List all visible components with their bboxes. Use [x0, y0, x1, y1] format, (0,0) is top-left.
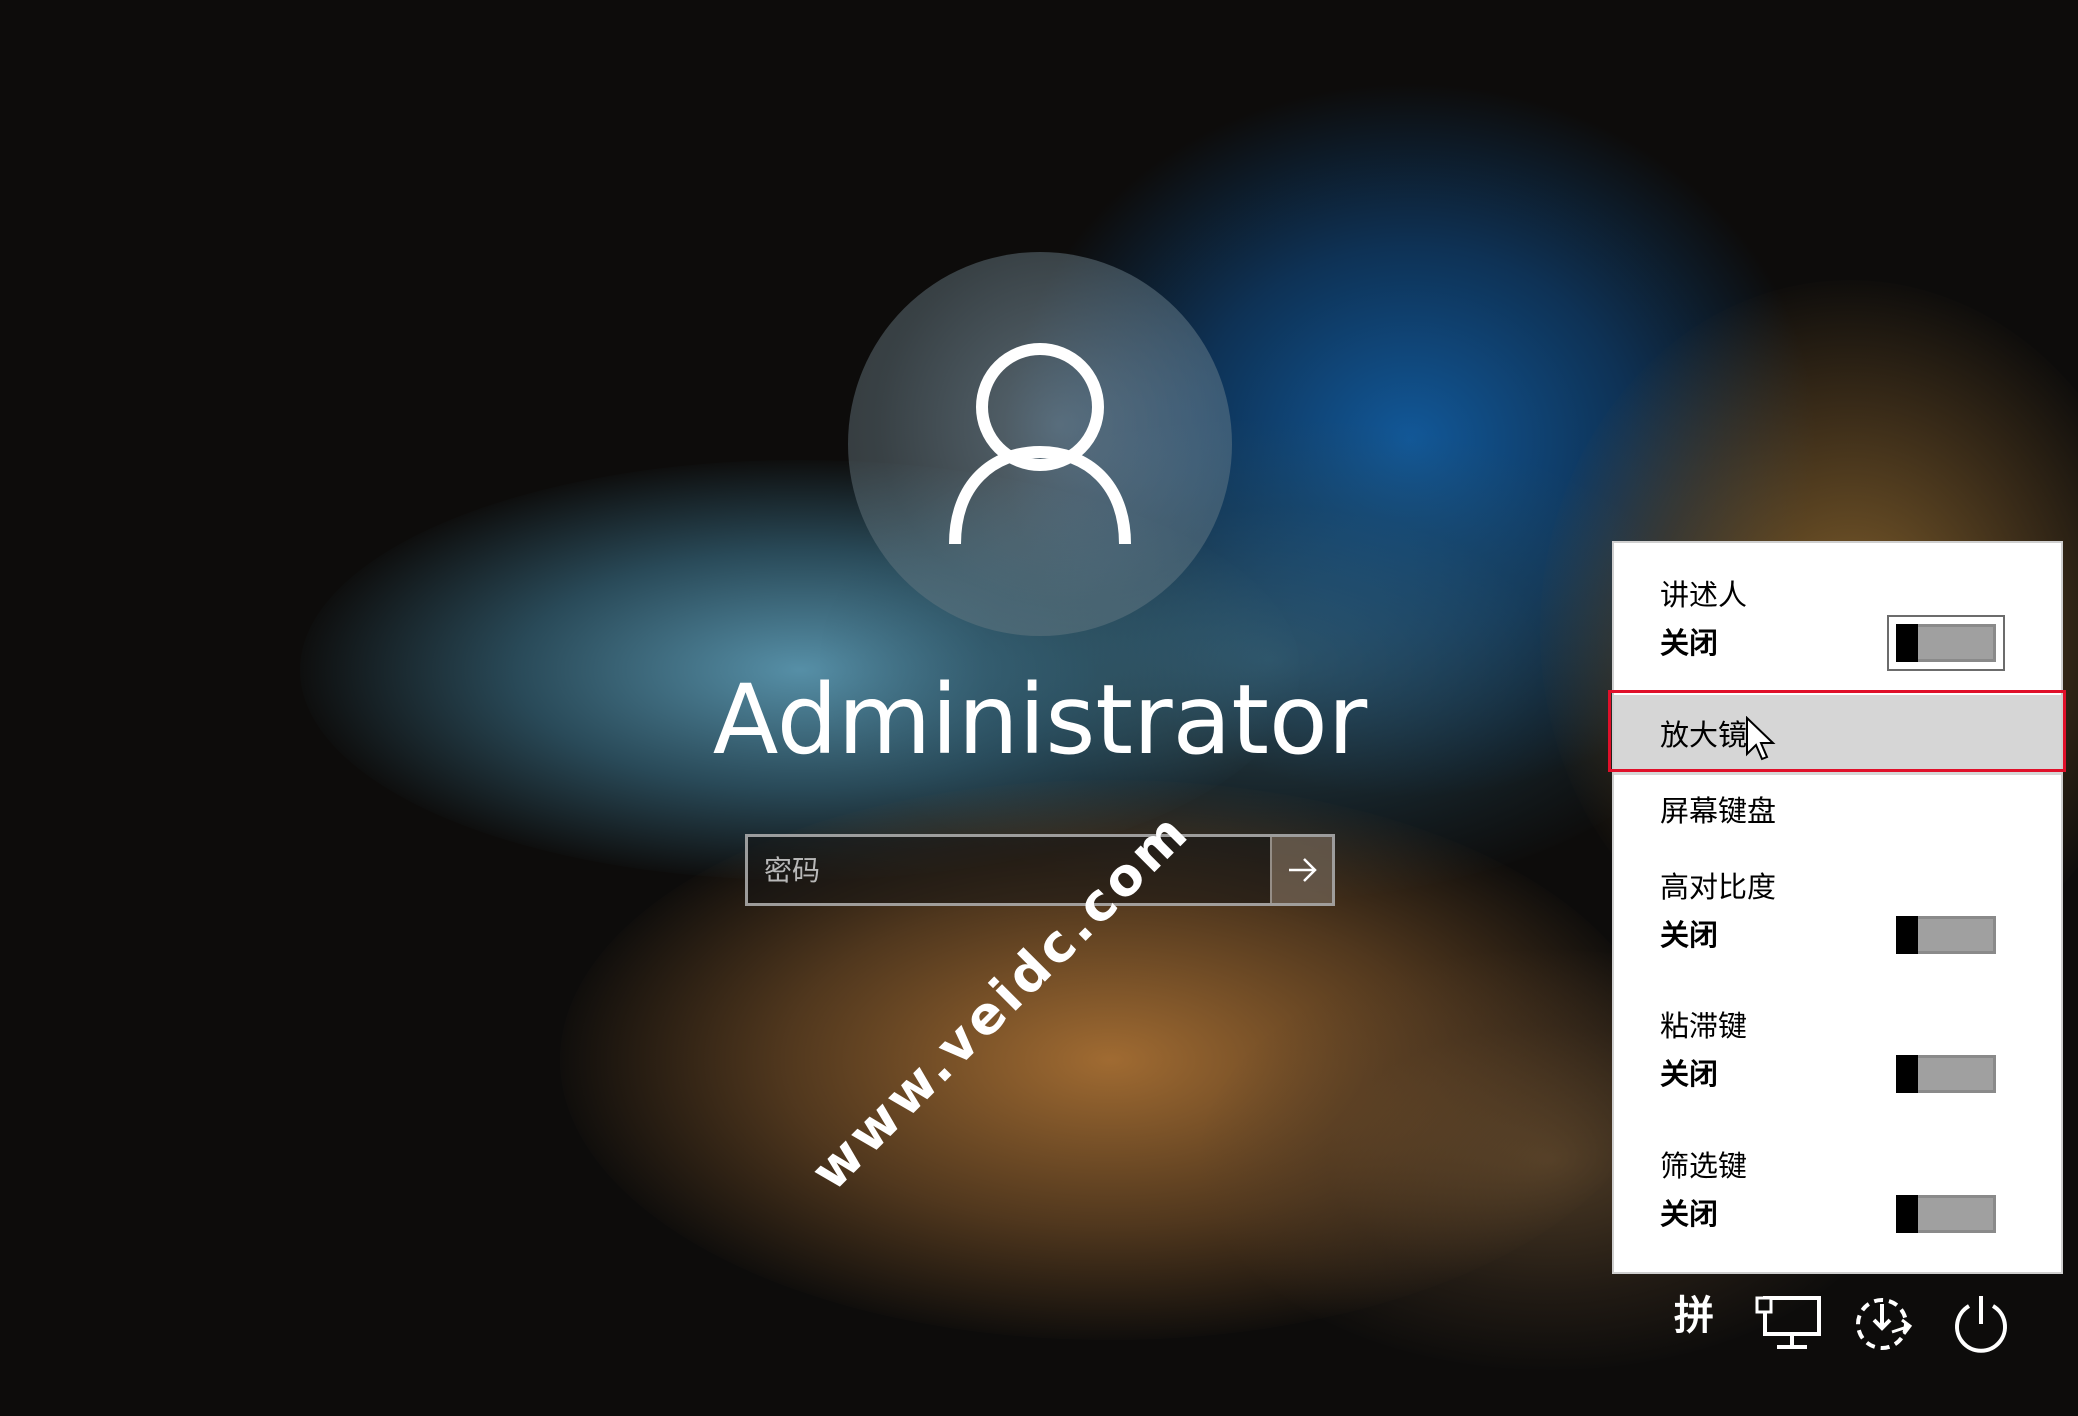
toggle-knob — [1896, 1055, 1918, 1093]
password-field[interactable] — [745, 834, 1335, 906]
menu-item-sticky-keys[interactable]: 粘滞键 关闭 — [1614, 991, 2061, 1131]
arrow-right-icon — [1289, 858, 1317, 882]
menu-item-state: 关闭 — [1660, 918, 1719, 952]
menu-item-label: 筛选键 — [1660, 1149, 1748, 1183]
toggle-knob — [1896, 1195, 1918, 1233]
submit-button[interactable] — [1270, 837, 1332, 903]
toggle-knob — [1896, 916, 1918, 954]
menu-item-state: 关闭 — [1660, 1197, 1719, 1231]
menu-item-label: 高对比度 — [1660, 870, 1777, 904]
network-icon[interactable] — [1755, 1294, 1823, 1352]
menu-item-filter-keys[interactable]: 筛选键 关闭 — [1614, 1131, 2061, 1272]
highlight-frame — [1608, 690, 2066, 772]
lock-screen: Administrator www.veidc.com 讲述人 关闭 放大镜 屏… — [0, 0, 2078, 1416]
mouse-cursor-icon — [1746, 716, 1776, 761]
user-icon — [949, 343, 1131, 545]
ease-of-access-icon[interactable] — [1852, 1292, 1914, 1354]
menu-item-high-contrast[interactable]: 高对比度 关闭 — [1614, 851, 2061, 991]
system-tray: 拼 — [1650, 1290, 2070, 1370]
narrator-toggle[interactable] — [1896, 624, 1996, 662]
menu-item-state: 关闭 — [1660, 1057, 1719, 1091]
ime-indicator[interactable]: 拼 — [1670, 1292, 1718, 1340]
power-icon[interactable] — [1950, 1292, 2012, 1354]
menu-item-state: 关闭 — [1660, 626, 1719, 660]
menu-item-on-screen-keyboard[interactable]: 屏幕键盘 — [1614, 775, 2061, 851]
menu-item-label: 讲述人 — [1660, 578, 1748, 612]
sticky-keys-toggle[interactable] — [1896, 1055, 1996, 1093]
user-name: Administrator — [712, 664, 1368, 776]
user-avatar — [848, 252, 1232, 636]
high-contrast-toggle[interactable] — [1896, 916, 1996, 954]
menu-item-narrator[interactable]: 讲述人 关闭 — [1614, 543, 2061, 693]
toggle-knob — [1896, 624, 1918, 662]
filter-keys-toggle[interactable] — [1896, 1195, 1996, 1233]
ease-of-access-menu: 讲述人 关闭 放大镜 屏幕键盘 高对比度 关闭 粘滞键 关闭 筛选键 关闭 — [1612, 541, 2063, 1274]
menu-item-label: 屏幕键盘 — [1660, 794, 1777, 828]
menu-item-label: 粘滞键 — [1660, 1009, 1748, 1043]
